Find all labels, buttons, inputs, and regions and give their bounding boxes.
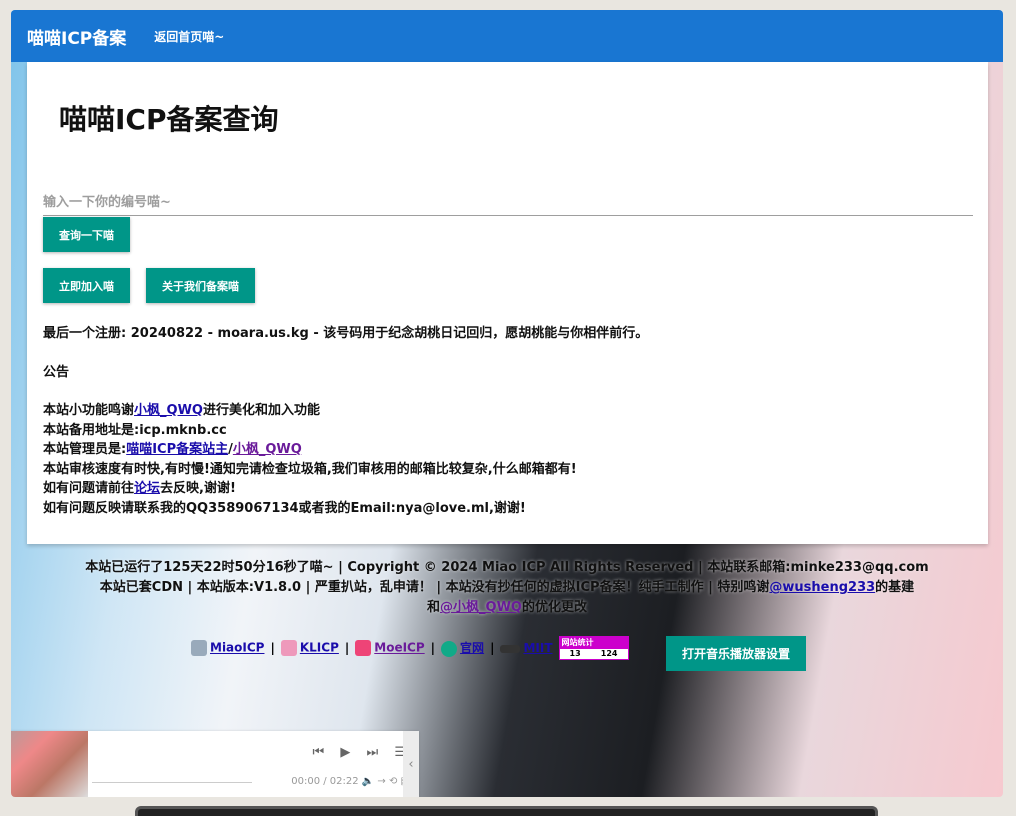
query-button[interactable]: 查询一下喵 (43, 217, 130, 252)
separator: | (270, 641, 275, 655)
link-official[interactable]: 官网 (441, 639, 484, 657)
announcement: 最后一个注册: 20240822 - moara.us.kg - 该号码用于纪念… (43, 324, 648, 518)
progress-bar[interactable] (92, 782, 252, 783)
notice-line: 本站备用地址是:icp.mknb.cc (43, 422, 227, 438)
text: 和 (427, 600, 441, 615)
footer-line: 本站已套CDN | 本站版本:V1.8.0 | 严重扒站，乱申请！ | 本站没有… (11, 578, 1003, 598)
notice-line: 如有问题反映请联系我的QQ3589067134或者我的Email:nya@lov… (43, 500, 526, 516)
notice-heading: 公告 (43, 364, 70, 380)
page-title: 喵喵ICP备案查询 (59, 103, 279, 136)
playback-controls[interactable]: ⏮ ▶ ⏭ ☰ (313, 745, 412, 760)
link-miit[interactable]: MIIT (500, 641, 553, 655)
player-time-row: 00:00 / 02:22 🔈 → ⟲ ▤ (291, 776, 410, 787)
text: 的优化更改 (521, 600, 587, 615)
separator: | (430, 641, 436, 655)
link-label[interactable]: 官网 (460, 641, 484, 655)
link-klicp[interactable]: KLICP (280, 640, 339, 656)
stats-total: 124 (600, 649, 618, 658)
text: 去反映,谢谢! (160, 481, 236, 496)
navbar: 喵喵ICP备案 返回首页喵~ (11, 10, 1003, 62)
miaoicp-icon (191, 640, 207, 656)
main-card: 喵喵ICP备案查询 查询一下喵 立即加入喵 关于我们备案喵 最后一个注册: 20… (27, 62, 988, 544)
text: 本站管理员是: (43, 442, 127, 457)
text: 如有问题请前往 (43, 481, 135, 496)
friend-links: MiaoICP | KLICP | MoeICP | 官网 | MIIT 网站统… (191, 636, 629, 660)
join-button[interactable]: 立即加入喵 (43, 268, 130, 303)
bottom-dock (135, 806, 878, 816)
time-display: 00:00 / 02:22 (291, 776, 359, 787)
notice-line: 本站审核速度有时快,有时慢!通知完请检查垃圾箱,我们审核用的邮箱比较复杂,什么邮… (43, 461, 577, 477)
text: 本站已套CDN | 本站版本:V1.8.0 | 严重扒站，乱申请！ | 本站没有… (99, 580, 770, 595)
player-toggle-button[interactable]: ‹ (403, 731, 419, 797)
music-player: ⏮ ▶ ⏭ ☰ 00:00 / 02:22 🔈 → ⟲ ▤ (11, 731, 418, 797)
miit-icon (500, 644, 521, 653)
link-label[interactable]: MIIT (523, 641, 552, 655)
admin-link[interactable]: 喵喵ICP备案站主 (126, 442, 228, 457)
wusheng-link[interactable]: @wusheng233 (769, 580, 875, 595)
footer: 本站已运行了125天22时50分16秒了喵~ | Copyright © 202… (11, 558, 1003, 618)
klicp-icon (280, 640, 297, 656)
footer-line: 本站已运行了125天22时50分16秒了喵~ | Copyright © 202… (85, 560, 929, 575)
xiaofeng-footer-link[interactable]: @小枫_QWQ (440, 600, 522, 615)
text: 的基建 (875, 580, 915, 595)
browser-page: 喵喵ICP备案 返回首页喵~ 喵喵ICP备案查询 查询一下喵 立即加入喵 关于我… (11, 10, 1003, 797)
text: 本站小功能鸣谢 (43, 403, 135, 418)
search-input[interactable] (43, 190, 973, 216)
stats-today: 13 (569, 649, 581, 658)
text: 进行美化和加入功能 (202, 403, 320, 418)
about-button[interactable]: 关于我们备案喵 (146, 268, 255, 303)
separator: | (490, 641, 495, 655)
moeicp-icon (355, 640, 372, 656)
separator: | (344, 641, 350, 655)
latest-registration: 最后一个注册: 20240822 - moara.us.kg - 该号码用于纪念… (43, 326, 649, 341)
site-stats-badge[interactable]: 网站统计 13 124 (558, 636, 629, 660)
music-settings-button[interactable]: 打开音乐播放器设置 (666, 636, 807, 671)
link-label[interactable]: MiaoICP (210, 641, 264, 655)
notice-line: 本站管理员是:喵喵ICP备案站主/小枫_QWQ (43, 440, 648, 460)
xiaofeng-admin-link[interactable]: 小枫_QWQ (233, 442, 302, 457)
player-info: ⏮ ▶ ⏭ ☰ 00:00 / 02:22 🔈 → ⟲ ▤ (88, 731, 418, 797)
notice-line: 本站小功能鸣谢小枫_QWQ进行美化和加入功能 (43, 401, 648, 421)
album-cover[interactable] (11, 731, 88, 797)
forum-link[interactable]: 论坛 (134, 481, 160, 496)
brand-logo[interactable]: 喵喵ICP备案 (27, 24, 126, 49)
link-label[interactable]: KLICP (300, 641, 339, 655)
stats-title: 网站统计 (559, 637, 628, 649)
footer-line: 和@小枫_QWQ的优化更改 (11, 598, 1003, 618)
notice-line: 如有问题请前往论坛去反映,谢谢! (43, 479, 648, 499)
link-label[interactable]: MoeICP (374, 641, 424, 655)
xiaofeng-link[interactable]: 小枫_QWQ (134, 403, 203, 418)
official-icon (441, 640, 458, 657)
home-link[interactable]: 返回首页喵~ (154, 28, 224, 45)
link-miaoicp[interactable]: MiaoICP (191, 640, 264, 656)
link-moeicp[interactable]: MoeICP (355, 640, 425, 656)
